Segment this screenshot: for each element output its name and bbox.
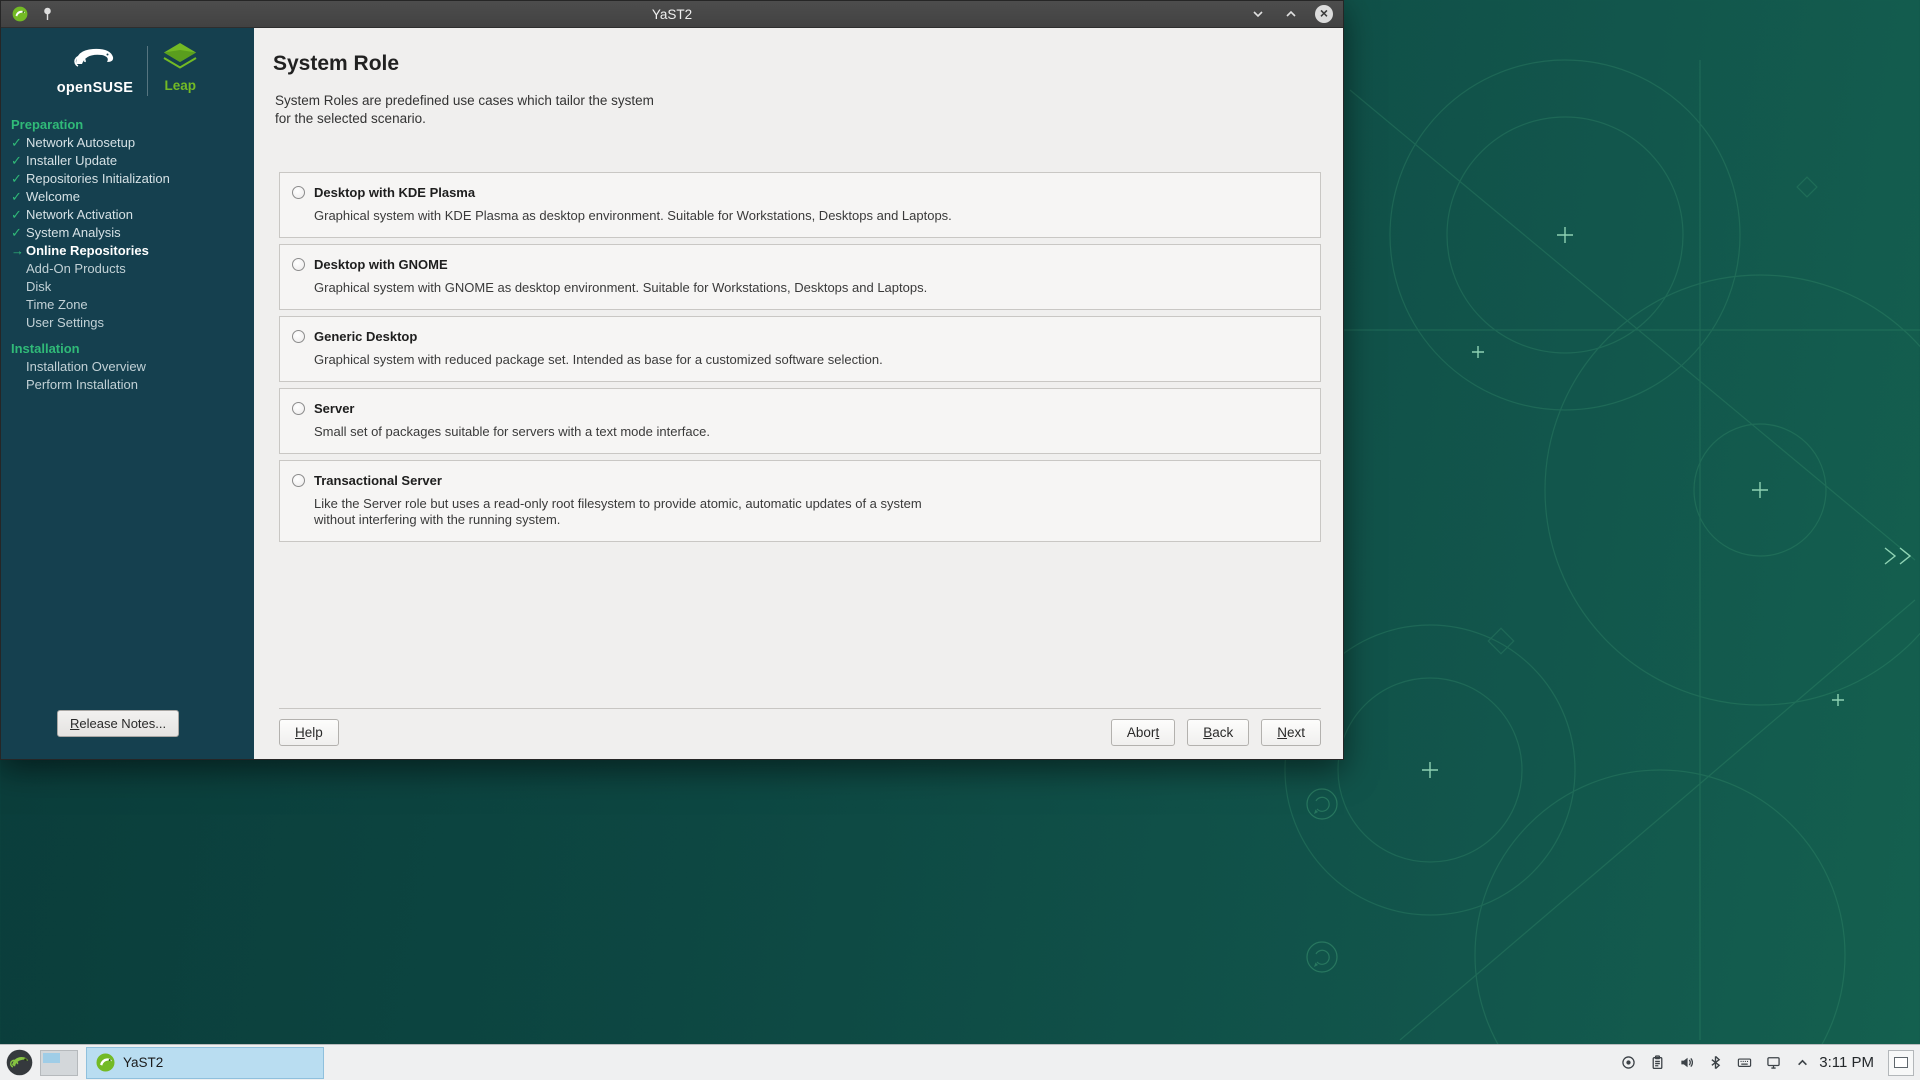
step-network-activation: ✓Network Activation bbox=[11, 206, 248, 224]
step-welcome: ✓Welcome bbox=[11, 188, 248, 206]
volume-icon[interactable] bbox=[1678, 1054, 1695, 1071]
role-description: Like the Server role but uses a read-onl… bbox=[314, 496, 1306, 528]
role-title: Desktop with KDE Plasma bbox=[314, 185, 1306, 200]
yast2-task-icon bbox=[96, 1053, 115, 1072]
kickoff-geeko-icon bbox=[6, 1049, 33, 1076]
role-description: Graphical system with reduced package se… bbox=[314, 352, 1306, 368]
step-online-repositories: →Online Repositories bbox=[11, 242, 248, 260]
radio-transactional-server[interactable] bbox=[292, 474, 305, 487]
maximize-button[interactable] bbox=[1282, 5, 1300, 23]
role-title: Server bbox=[314, 401, 1306, 416]
steps-heading-installation: Installation bbox=[11, 340, 248, 358]
role-option-generic-desktop[interactable]: Generic Desktop Graphical system with re… bbox=[279, 316, 1321, 382]
window-titlebar[interactable]: YaST2 × bbox=[1, 1, 1343, 28]
system-role-list: Desktop with KDE Plasma Graphical system… bbox=[279, 172, 1321, 542]
role-title: Desktop with GNOME bbox=[314, 257, 1306, 272]
step-time-zone: ·Time Zone bbox=[11, 296, 248, 314]
footer-separator bbox=[279, 708, 1321, 709]
step-repositories-initialization: ✓Repositories Initialization bbox=[11, 170, 248, 188]
role-option-server[interactable]: Server Small set of packages suitable fo… bbox=[279, 388, 1321, 454]
brand-area: openSUSE Leap bbox=[1, 28, 254, 102]
step-disk: ·Disk bbox=[11, 278, 248, 296]
taskbar-task-yast2[interactable]: YaST2 bbox=[86, 1047, 324, 1079]
role-description: Graphical system with KDE Plasma as desk… bbox=[314, 208, 1306, 224]
opensuse-wordmark: openSUSE bbox=[57, 80, 134, 96]
role-title: Transactional Server bbox=[314, 473, 1306, 488]
clipboard-icon[interactable] bbox=[1649, 1054, 1666, 1071]
step-system-analysis: ✓System Analysis bbox=[11, 224, 248, 242]
bluetooth-icon[interactable] bbox=[1707, 1054, 1724, 1071]
leap-label: Leap bbox=[165, 78, 197, 93]
virtual-desktop-pager[interactable] bbox=[40, 1050, 78, 1076]
help-button[interactable]: Help bbox=[279, 719, 339, 746]
brand-divider bbox=[147, 46, 148, 96]
display-icon[interactable] bbox=[1765, 1054, 1782, 1071]
yast2-window: YaST2 × bbox=[0, 0, 1344, 760]
step-user-settings: ·User Settings bbox=[11, 314, 248, 332]
release-notes-button[interactable]: Release Notes... bbox=[57, 710, 179, 737]
current-step-arrow-icon: → bbox=[11, 242, 26, 260]
content-area: System Role System Roles are predefined … bbox=[254, 28, 1343, 759]
opensuse-app-icon bbox=[11, 5, 29, 23]
close-button[interactable]: × bbox=[1315, 5, 1333, 23]
check-icon: ✓ bbox=[11, 224, 26, 242]
installer-sidebar: openSUSE Leap Preparation ✓Net bbox=[1, 28, 254, 759]
step-perform-installation: ·Perform Installation bbox=[11, 376, 248, 394]
installer-steps: Preparation ✓Network Autosetup ✓Installe… bbox=[1, 102, 254, 394]
steps-heading-preparation: Preparation bbox=[11, 116, 248, 134]
shade-button[interactable] bbox=[1249, 5, 1267, 23]
step-add-on-products: ·Add-On Products bbox=[11, 260, 248, 278]
check-icon: ✓ bbox=[11, 206, 26, 224]
opensuse-geeko-logo bbox=[66, 42, 124, 77]
desktop-peek-icon bbox=[1894, 1057, 1908, 1068]
page-description: System Roles are predefined use cases wh… bbox=[275, 92, 1343, 128]
check-icon: ✓ bbox=[11, 152, 26, 170]
step-installer-update: ✓Installer Update bbox=[11, 152, 248, 170]
check-icon: ✓ bbox=[11, 188, 26, 206]
role-title: Generic Desktop bbox=[314, 329, 1306, 344]
pager-active-desktop[interactable] bbox=[43, 1053, 60, 1063]
radio-desktop-kde-plasma[interactable] bbox=[292, 186, 305, 199]
leap-logo bbox=[162, 42, 198, 75]
radio-desktop-gnome[interactable] bbox=[292, 258, 305, 271]
pin-icon[interactable] bbox=[38, 5, 56, 23]
system-tray bbox=[1620, 1054, 1811, 1071]
role-option-desktop-kde-plasma[interactable]: Desktop with KDE Plasma Graphical system… bbox=[279, 172, 1321, 238]
keyboard-layout-icon[interactable] bbox=[1736, 1054, 1753, 1071]
back-button[interactable]: Back bbox=[1187, 719, 1249, 746]
step-network-autosetup: ✓Network Autosetup bbox=[11, 134, 248, 152]
window-title: YaST2 bbox=[1, 7, 1343, 22]
application-launcher-button[interactable] bbox=[0, 1045, 38, 1080]
task-label: YaST2 bbox=[123, 1055, 163, 1070]
abort-button[interactable]: Abort bbox=[1111, 719, 1175, 746]
role-option-desktop-gnome[interactable]: Desktop with GNOME Graphical system with… bbox=[279, 244, 1321, 310]
role-description: Small set of packages suitable for serve… bbox=[314, 424, 1306, 440]
wizard-button-row: Help Abort Back Next bbox=[279, 719, 1321, 746]
page-title: System Role bbox=[273, 52, 1343, 76]
check-icon: ✓ bbox=[11, 134, 26, 152]
check-icon: ✓ bbox=[11, 170, 26, 188]
step-installation-overview: ·Installation Overview bbox=[11, 358, 248, 376]
tray-expand-chevron-icon[interactable] bbox=[1794, 1054, 1811, 1071]
status-recorder-icon[interactable] bbox=[1620, 1054, 1637, 1071]
show-desktop-button[interactable] bbox=[1888, 1050, 1914, 1076]
role-option-transactional-server[interactable]: Transactional Server Like the Server rol… bbox=[279, 460, 1321, 542]
radio-generic-desktop[interactable] bbox=[292, 330, 305, 343]
digital-clock[interactable]: 3:11 PM bbox=[1819, 1054, 1874, 1071]
role-description: Graphical system with GNOME as desktop e… bbox=[314, 280, 1306, 296]
radio-server[interactable] bbox=[292, 402, 305, 415]
next-button[interactable]: Next bbox=[1261, 719, 1321, 746]
taskbar: YaST2 3:11 PM bbox=[0, 1044, 1920, 1080]
